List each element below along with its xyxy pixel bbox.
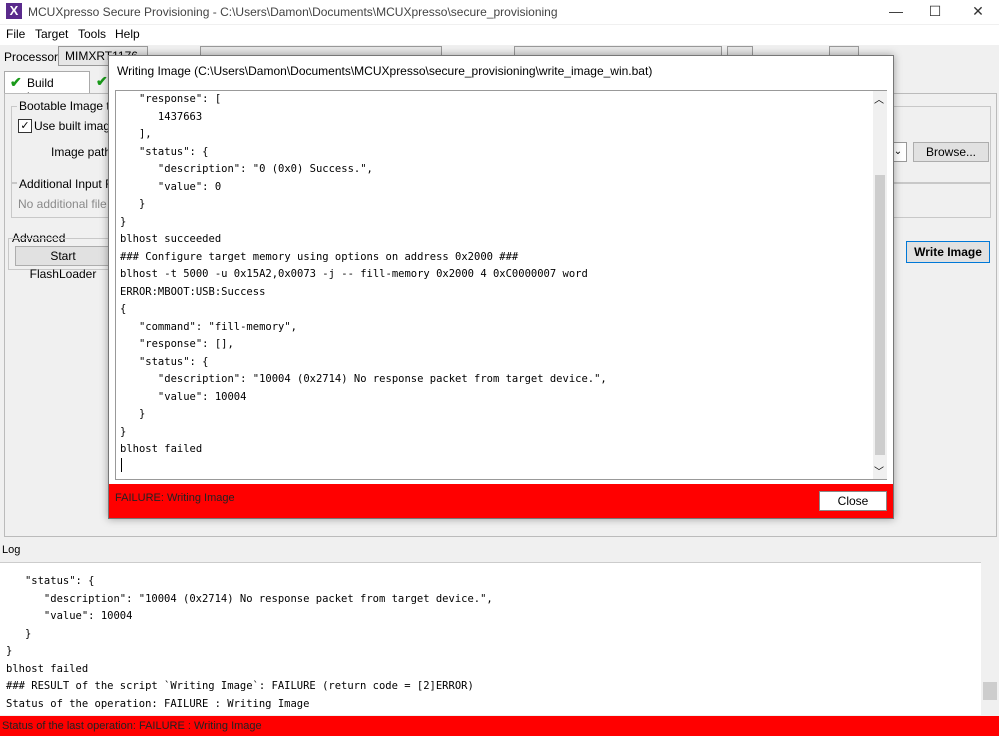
scroll-down-icon[interactable]: ﹀	[874, 463, 884, 478]
log-scroll-thumb[interactable]	[983, 682, 997, 700]
writing-image-dialog: Writing Image (C:\Users\Damon\Documents\…	[108, 55, 894, 519]
dialog-status-bar: FAILURE: Writing Image Close	[109, 484, 893, 518]
additional-input-label: Additional Input Fi	[17, 177, 118, 191]
title-bar: X MCUXpresso Secure Provisioning - C:\Us…	[0, 0, 999, 24]
no-additional-file-text: No additional file u	[18, 197, 117, 211]
dialog-scroll-thumb[interactable]	[875, 175, 885, 455]
check-icon: ✔	[10, 74, 22, 90]
status-bar: Status of the last operation: FAILURE : …	[0, 716, 999, 736]
tab-build-image[interactable]: ✔ Build image	[4, 71, 90, 104]
scroll-up-icon[interactable]: ︿	[874, 91, 884, 106]
check-icon: ✔	[96, 73, 108, 89]
use-built-image-checkbox[interactable]: ✓	[18, 119, 32, 133]
processor-label: Processor:	[4, 50, 62, 64]
status-text: Status of the last operation: FAILURE : …	[2, 720, 262, 732]
bootable-image-label: Bootable Image to	[17, 99, 119, 113]
menu-help[interactable]: Help	[115, 27, 140, 41]
use-built-image-label: Use built image	[34, 119, 117, 133]
browse-button[interactable]: Browse...	[913, 142, 989, 162]
dialog-status-text: FAILURE: Writing Image	[115, 492, 235, 504]
window-title: MCUXpresso Secure Provisioning - C:\User…	[28, 5, 558, 19]
dialog-output-text: "response": [ 1437663 ], "status": { "de…	[120, 93, 607, 455]
menu-file[interactable]: File	[6, 27, 25, 41]
menu-bar: File Target Tools Help	[0, 25, 999, 45]
close-window-button[interactable]: ✕	[955, 0, 999, 24]
image-path-label: Image path:	[51, 145, 115, 159]
maximize-button[interactable]: ☐	[912, 0, 958, 24]
dialog-title: Writing Image (C:\Users\Damon\Documents\…	[117, 64, 653, 78]
start-flashloader-button[interactable]: Start FlashLoader	[15, 246, 111, 281]
text-cursor	[121, 458, 122, 472]
dialog-scrollbar[interactable]: ︿ ﹀	[873, 90, 887, 480]
menu-tools[interactable]: Tools	[78, 27, 106, 41]
menu-target[interactable]: Target	[35, 27, 68, 41]
close-button[interactable]: Close	[819, 491, 887, 511]
write-image-button[interactable]: Write Image	[906, 241, 990, 263]
log-scrollbar[interactable]	[981, 562, 999, 714]
log-label: Log	[2, 544, 21, 556]
dialog-output[interactable]: "response": [ 1437663 ], "status": { "de…	[115, 90, 875, 480]
mcuxpresso-x-icon: X	[6, 3, 22, 19]
log-output[interactable]: "status": { "description": "10004 (0x271…	[0, 562, 981, 715]
log-text: "status": { "description": "10004 (0x271…	[6, 575, 493, 710]
